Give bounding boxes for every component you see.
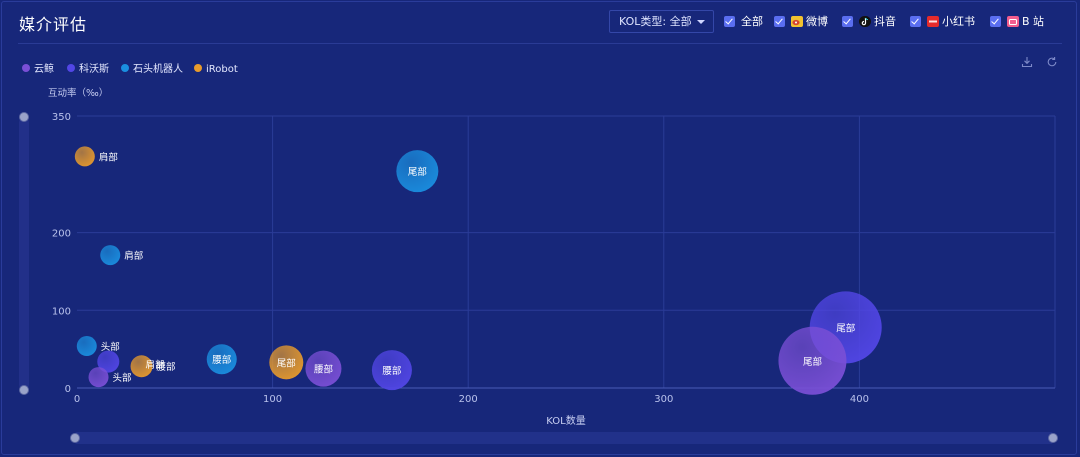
- legend-marker: [121, 64, 129, 72]
- legend-label: 石头机器人: [133, 62, 183, 75]
- bubble-label: 肩部: [124, 250, 143, 262]
- chart-legend[interactable]: 云鲸 科沃斯 石头机器人 iRobot: [22, 62, 238, 75]
- bubble-label: 头部: [101, 341, 120, 353]
- bubble-label: 尾部: [836, 322, 855, 334]
- y-zoom-handle-bottom[interactable]: [19, 385, 29, 395]
- y-tick-label: 350: [52, 112, 71, 123]
- y-zoom-track: [19, 117, 29, 390]
- x-tick-label: 0: [74, 394, 80, 405]
- y-zoom-handle-top[interactable]: [19, 112, 29, 122]
- x-tick-label: 200: [459, 394, 478, 405]
- legend-label: iRobot: [206, 64, 238, 75]
- y-tick-label: 200: [52, 229, 71, 240]
- x-tick-label: 100: [263, 394, 282, 405]
- y-zoom-slider[interactable]: [19, 112, 29, 395]
- bubble-chart: 0 100 200 350 0 100 200 300 400 互动率（‰） KOL数量 云鲸 科沃斯…: [19, 62, 1058, 444]
- legend-marker: [22, 64, 30, 72]
- chart-bubbles: [74, 146, 882, 395]
- legend-label: 云鲸: [34, 62, 54, 75]
- x-axis-title: KOL数量: [546, 414, 585, 427]
- bubble-point: [74, 146, 95, 167]
- bubble-label: 尾部: [803, 356, 822, 368]
- chart-axes: 0 100 200 350 0 100 200 300 400 互动率（‰） KOL数量: [48, 87, 1055, 427]
- bubble-label: 肩部: [99, 151, 118, 163]
- x-zoom-handle-right[interactable]: [1048, 433, 1058, 443]
- legend-label: 科沃斯: [79, 62, 109, 75]
- x-zoom-handle-left[interactable]: [70, 433, 80, 443]
- legend-marker: [194, 64, 202, 72]
- bubble-point: [88, 367, 109, 388]
- bubble-label: 尾部: [277, 357, 296, 369]
- y-tick-label: 100: [52, 306, 71, 317]
- bubble-label: 头部: [113, 372, 132, 384]
- y-axis-title: 互动率（‰）: [48, 87, 108, 99]
- bubble-label: 肩部: [146, 359, 165, 371]
- bubble-label: 腰部: [314, 364, 333, 376]
- x-zoom-track: [75, 432, 1053, 444]
- bubble-label: 尾部: [408, 166, 427, 178]
- x-zoom-slider[interactable]: [70, 432, 1058, 444]
- legend-marker: [67, 64, 75, 72]
- bubble-point: [76, 336, 97, 357]
- bubble-label: 腰部: [212, 354, 231, 366]
- bubble-label: 腰部: [382, 365, 401, 377]
- x-tick-label: 400: [850, 394, 869, 405]
- y-tick-label: 0: [65, 384, 71, 395]
- bubble-point: [100, 245, 121, 266]
- x-tick-label: 300: [654, 394, 673, 405]
